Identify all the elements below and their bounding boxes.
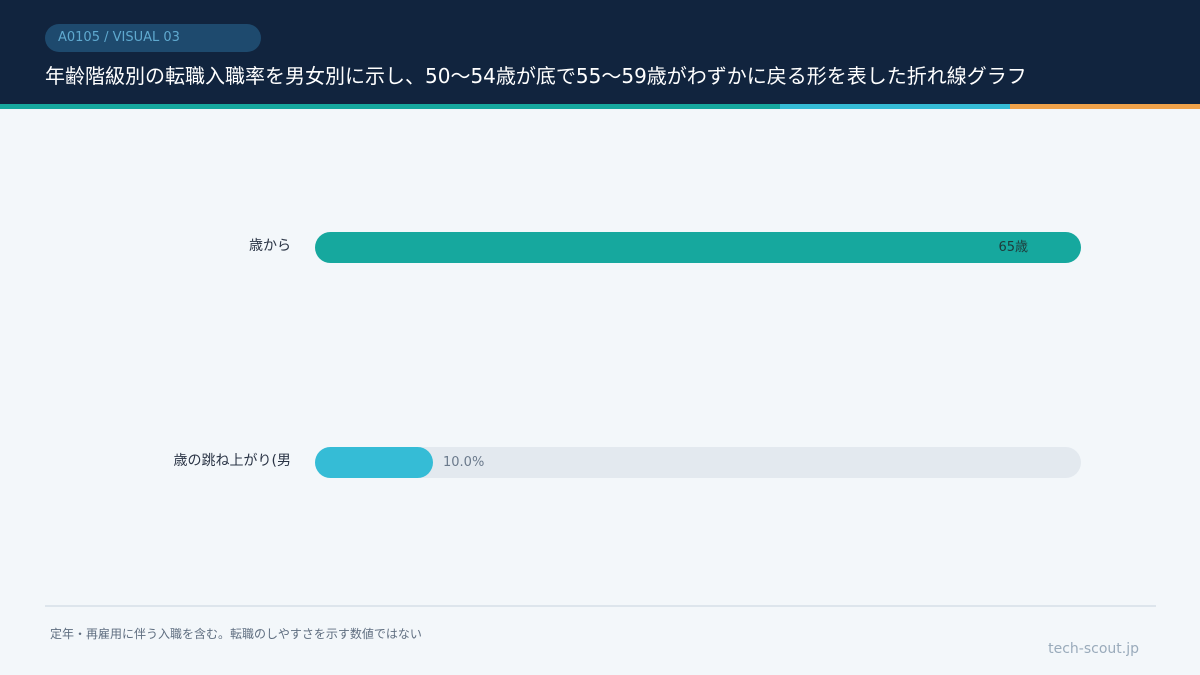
bar-track-1: 65歳 [315,232,1081,263]
bar-value-label-2: 10.0% [443,455,485,470]
header-band: A0105 / VISUAL 03 年齢階級別の転職入職率を男女別に示し、50〜… [0,0,1200,104]
bar-fill-1 [315,232,1081,263]
page-title: 年齢階級別の転職入職率を男女別に示し、50〜54歳が底で55〜59歳がわずかに戻… [45,64,1027,88]
footnote: 定年・再雇用に伴う入職を含む。転職のしやすさを示す数値ではない [50,627,422,641]
accent-segment-teal [0,104,780,109]
accent-segment-cyan [780,104,1010,109]
bar-fill-2 [315,447,433,478]
footer-divider [45,605,1156,607]
visual-id-badge: A0105 / VISUAL 03 [45,24,261,52]
bar-label-1: 歳から [249,238,291,254]
bar-track-2: 10.0% [315,447,1081,478]
source-link[interactable]: tech-scout.jp [1048,641,1139,657]
accent-bar [0,104,1200,109]
bar-label-2: 歳の跳ね上がり(男 [173,453,291,469]
accent-segment-orange [1010,104,1200,109]
bar-value-label-1: 65歳 [998,240,1028,255]
